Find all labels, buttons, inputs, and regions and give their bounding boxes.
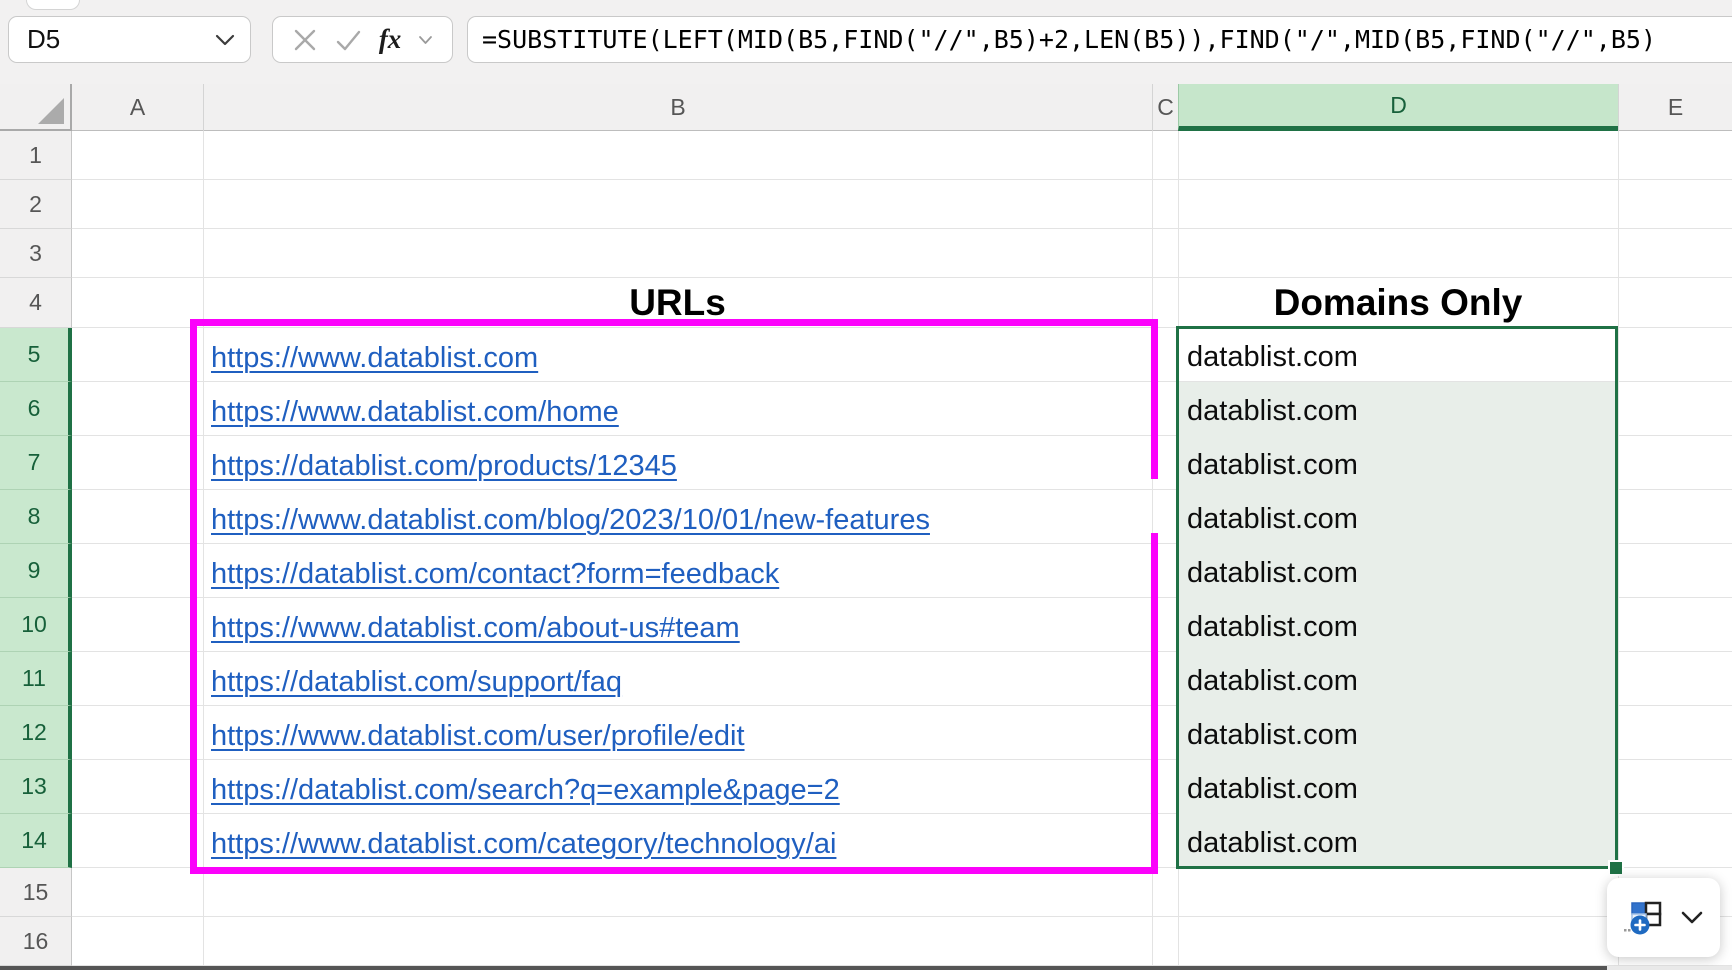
- column-header-e[interactable]: E: [1618, 84, 1732, 131]
- cell-d5-domain[interactable]: datablist.com: [1187, 328, 1607, 382]
- insert-function-button[interactable]: fx: [379, 24, 402, 55]
- annotation-box-right-lower: [1151, 533, 1158, 874]
- name-box-value: D5: [27, 24, 214, 55]
- enter-check-icon[interactable]: [335, 27, 362, 53]
- cell-d6-domain[interactable]: datablist.com: [1187, 382, 1607, 436]
- grid-row: [72, 229, 1732, 278]
- cell-d4-domains-title[interactable]: Domains Only: [1178, 278, 1618, 328]
- row-header-2[interactable]: 2: [0, 180, 72, 229]
- cell-b9-url-link[interactable]: https://datablist.com/contact?form=feedb…: [211, 544, 779, 598]
- selection-border-right: [1615, 326, 1618, 869]
- spreadsheet-app: D5 fx =SUBSTITUTE(LEFT(MID(B5,FIND("//",…: [0, 0, 1732, 970]
- cell-d12-domain[interactable]: datablist.com: [1187, 706, 1607, 760]
- row-header-3[interactable]: 3: [0, 229, 72, 278]
- annotation-box-left: [190, 319, 197, 874]
- row-header-12[interactable]: 12: [0, 706, 72, 760]
- cell-b14-url-link[interactable]: https://www.datablist.com/category/techn…: [211, 814, 836, 868]
- column-header-a[interactable]: A: [72, 84, 203, 131]
- quick-analysis-icon: [1623, 900, 1665, 936]
- row-header-13[interactable]: 13: [0, 760, 72, 814]
- grid-row: [72, 180, 1732, 229]
- quick-analysis-chevron-icon[interactable]: [1680, 910, 1704, 925]
- annotation-box-right-upper: [1151, 319, 1158, 479]
- grid-row: [72, 131, 1732, 180]
- selection-border-left: [1176, 326, 1179, 869]
- fill-handle[interactable]: [1608, 860, 1624, 876]
- column-header-c[interactable]: C: [1152, 84, 1178, 131]
- bottom-bar: [0, 966, 1607, 970]
- row-header-4[interactable]: 4: [0, 278, 72, 328]
- selection-border-top: [1176, 326, 1618, 329]
- fx-chevron-down-icon[interactable]: [418, 35, 433, 45]
- row-header-8[interactable]: 8: [0, 490, 72, 544]
- row-header-10[interactable]: 10: [0, 598, 72, 652]
- formula-buttons: fx: [272, 16, 453, 63]
- cell-d13-domain[interactable]: datablist.com: [1187, 760, 1607, 814]
- cell-b11-url-link[interactable]: https://datablist.com/support/faq: [211, 652, 622, 706]
- cell-b12-url-link[interactable]: https://www.datablist.com/user/profile/e…: [211, 706, 745, 760]
- row-header-5[interactable]: 5: [0, 328, 72, 382]
- cell-d7-domain[interactable]: datablist.com: [1187, 436, 1607, 490]
- select-all-triangle-icon: [38, 98, 64, 124]
- gridline: [1618, 131, 1619, 966]
- cell-b7-url-link[interactable]: https://datablist.com/products/12345: [211, 436, 677, 490]
- row-header-6[interactable]: 6: [0, 382, 72, 436]
- formula-text: =SUBSTITUTE(LEFT(MID(B5,FIND("//",B5)+2,…: [482, 25, 1656, 54]
- column-header-d[interactable]: D: [1178, 84, 1618, 131]
- cell-b10-url-link[interactable]: https://www.datablist.com/about-us#team: [211, 598, 740, 652]
- name-box[interactable]: D5: [8, 16, 251, 63]
- row-header-14[interactable]: 14: [0, 814, 72, 868]
- grid-row: [72, 917, 1732, 966]
- annotation-box-bottom: [190, 867, 1158, 874]
- cell-d14-domain[interactable]: datablist.com: [1187, 814, 1607, 868]
- row-header-11[interactable]: 11: [0, 652, 72, 706]
- cell-b13-url-link[interactable]: https://datablist.com/search?q=example&p…: [211, 760, 840, 814]
- toolbar-stub: [26, 0, 80, 10]
- grid-row: [72, 868, 1732, 917]
- annotation-box-top: [190, 319, 1158, 326]
- column-header-b[interactable]: B: [203, 84, 1152, 131]
- cell-d10-domain[interactable]: datablist.com: [1187, 598, 1607, 652]
- cancel-icon[interactable]: [292, 27, 318, 53]
- cell-b6-url-link[interactable]: https://www.datablist.com/home: [211, 382, 619, 436]
- cell-b5-url-link[interactable]: https://www.datablist.com: [211, 328, 538, 382]
- row-header-1[interactable]: 1: [0, 131, 72, 180]
- row-header-15[interactable]: 15: [0, 868, 72, 917]
- select-all-corner[interactable]: [0, 84, 72, 131]
- cell-d9-domain[interactable]: datablist.com: [1187, 544, 1607, 598]
- quick-analysis-button[interactable]: [1607, 878, 1720, 957]
- row-header-16[interactable]: 16: [0, 917, 72, 966]
- row-header-7[interactable]: 7: [0, 436, 72, 490]
- cell-d8-domain[interactable]: datablist.com: [1187, 490, 1607, 544]
- chevron-down-icon[interactable]: [214, 33, 236, 47]
- formula-input[interactable]: =SUBSTITUTE(LEFT(MID(B5,FIND("//",B5)+2,…: [467, 16, 1732, 63]
- selection-border-bottom: [1176, 866, 1618, 869]
- formula-bar-area: D5 fx =SUBSTITUTE(LEFT(MID(B5,FIND("//",…: [0, 0, 1732, 85]
- gridline: [203, 131, 204, 966]
- cell-b8-url-link[interactable]: https://www.datablist.com/blog/2023/10/0…: [211, 490, 930, 544]
- cell-d11-domain[interactable]: datablist.com: [1187, 652, 1607, 706]
- row-header-9[interactable]: 9: [0, 544, 72, 598]
